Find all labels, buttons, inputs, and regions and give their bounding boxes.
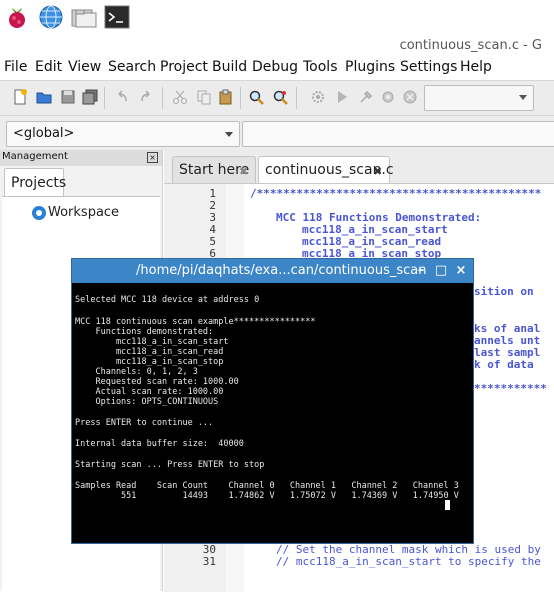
terminal-line: Internal data buffer size: 40000 — [75, 439, 244, 449]
terminal-line: Press ENTER to continue ... — [75, 418, 214, 428]
terminal-line: Selected MCC 118 device at address 0 — [75, 295, 260, 305]
toolbar-separator — [162, 87, 163, 109]
paste-icon[interactable] — [218, 89, 234, 105]
undo-icon[interactable] — [114, 89, 130, 105]
terminal-line: Samples Read Scan Count Channel 0 Channe… — [75, 481, 459, 491]
sidebar-header: Management × — [0, 150, 162, 166]
build-command-combo[interactable] — [424, 85, 534, 111]
geany-titlebar: continuous_scan.c - G — [0, 36, 554, 54]
menu-view[interactable]: View — [68, 59, 101, 75]
raspberry-icon[interactable] — [4, 4, 30, 30]
save-all-icon[interactable] — [82, 89, 98, 105]
line-number: 31 — [202, 555, 216, 568]
find-icon[interactable] — [248, 89, 264, 105]
terminal-line: Actual scan rate: 1000.00 — [75, 387, 224, 397]
debug-icon[interactable] — [380, 89, 396, 105]
code-line: *********** — [474, 382, 547, 395]
desktop-taskbar — [0, 0, 554, 36]
symbol-scope-value: <global> — [13, 126, 75, 141]
terminal-output[interactable]: Selected MCC 118 device at address 0 MCC… — [75, 287, 469, 539]
editor-tab-bar: Start here ✖ continuous_scan.c ✖ — [164, 150, 554, 184]
workspace-icon — [32, 206, 46, 220]
build-icon[interactable] — [358, 89, 374, 105]
menu-settings[interactable]: Settings — [400, 59, 457, 75]
tab-projects-label: Projects — [11, 175, 67, 191]
stop-icon[interactable] — [402, 89, 418, 105]
toolbar-separator — [296, 87, 297, 109]
find-replace-icon[interactable] — [272, 89, 288, 105]
run-play-icon[interactable] — [334, 89, 350, 105]
minimize-icon[interactable]: – — [414, 264, 428, 278]
close-icon[interactable]: ✖ — [373, 165, 382, 178]
main-toolbar — [0, 80, 554, 116]
cut-icon[interactable] — [172, 89, 188, 105]
tab-start-here[interactable]: Start here ✖ — [172, 156, 256, 184]
close-icon[interactable]: × — [454, 264, 468, 278]
terminal-title: /home/pi/daqhats/exa...can/continuous_sc… — [136, 263, 427, 278]
menu-help[interactable]: Help — [460, 59, 492, 75]
search-input[interactable] — [242, 121, 554, 147]
maximize-icon[interactable]: □ — [434, 264, 448, 278]
terminal-titlebar[interactable]: /home/pi/daqhats/exa...can/continuous_sc… — [72, 259, 473, 283]
terminal-line: MCC 118 continuous scan example*********… — [75, 317, 316, 327]
code-line: /***************************************… — [250, 187, 542, 200]
folders-icon[interactable] — [70, 4, 97, 30]
terminal-line: Channels: 0, 1, 2, 3 — [75, 367, 198, 377]
terminal-line: mcc118_a_in_scan_read — [75, 347, 224, 357]
code-line: sition on — [474, 285, 534, 298]
terminal-line: Starting scan ... Press ENTER to stop — [75, 460, 265, 470]
sidebar-header-label: Management — [2, 151, 68, 162]
toolbar-separator — [240, 87, 241, 109]
menu-project[interactable]: Project — [160, 59, 208, 75]
copy-icon[interactable] — [196, 89, 212, 105]
code-line: // mcc118_a_in_scan_start to specify the — [276, 555, 541, 568]
terminal-window[interactable]: /home/pi/daqhats/exa...can/continuous_sc… — [71, 258, 474, 544]
close-icon[interactable]: ✖ — [239, 165, 248, 178]
globe-icon[interactable] — [38, 4, 64, 30]
menu-build[interactable]: Build — [212, 59, 247, 75]
tab-projects[interactable]: Projects — [4, 168, 67, 197]
code-line: k of data — [474, 358, 534, 371]
new-file-icon[interactable] — [12, 89, 28, 105]
menu-plugins[interactable]: Plugins — [345, 59, 395, 75]
open-file-icon[interactable] — [36, 89, 52, 105]
workspace-label: Workspace — [48, 205, 120, 220]
geany-window-title: continuous_scan.c - G — [399, 38, 542, 53]
terminal-line: mcc118_a_in_scan_start — [75, 337, 229, 347]
menu-file[interactable]: File — [4, 59, 27, 75]
toolbar-separator — [104, 87, 105, 109]
chevron-down-icon — [519, 95, 527, 100]
tab-continuous-scan[interactable]: continuous_scan.c ✖ — [258, 156, 394, 184]
menu-bar: File Edit View Search Project Build Debu… — [0, 56, 554, 78]
symbol-scope-select[interactable]: <global> — [6, 121, 240, 147]
terminal-line: Options: OPTS_CONTINUOUS — [75, 397, 219, 407]
menu-edit[interactable]: Edit — [35, 59, 62, 75]
menu-search[interactable]: Search — [108, 59, 156, 75]
terminal-line: Requested scan rate: 1000.00 — [75, 377, 239, 387]
menu-tools[interactable]: Tools — [303, 59, 338, 75]
close-icon[interactable]: × — [147, 152, 158, 163]
compile-gear-icon[interactable] — [310, 89, 326, 105]
terminal-cursor — [445, 500, 450, 510]
redo-icon[interactable] — [138, 89, 154, 105]
terminal-line: mcc118_a_in_scan_stop — [75, 357, 224, 367]
terminal-icon[interactable] — [104, 4, 130, 30]
terminal-line: 551 14493 1.74862 V 1.75072 V 1.74369 V … — [75, 491, 459, 501]
menu-debug[interactable]: Debug — [252, 59, 298, 75]
save-icon[interactable] — [60, 89, 76, 105]
chevron-down-icon — [225, 132, 233, 137]
symbol-toolbar: <global> — [0, 116, 554, 150]
terminal-line: Functions demonstrated: — [75, 327, 214, 337]
